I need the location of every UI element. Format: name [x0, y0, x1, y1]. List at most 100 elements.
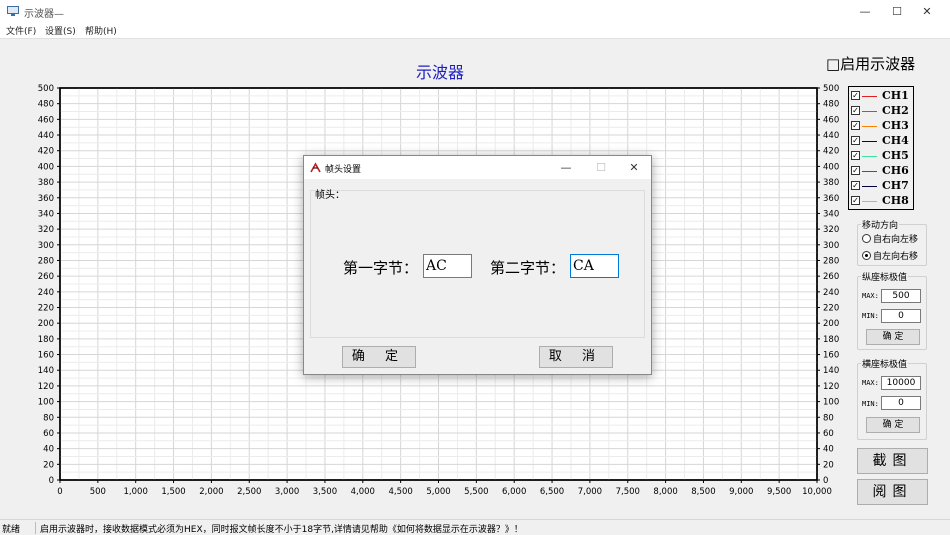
app-icon	[7, 6, 19, 16]
channel-row-ch8[interactable]: ✓ CH8	[851, 194, 913, 209]
y-max-input[interactable]: 500	[881, 289, 921, 303]
x-tick-label: 0	[57, 487, 62, 497]
channel-row-ch6[interactable]: ✓ CH6	[851, 164, 913, 179]
x-tick-label: 8,000	[653, 487, 677, 497]
close-button[interactable]: ✕	[904, 0, 950, 23]
y-range-confirm-button[interactable]: 确 定	[866, 329, 920, 345]
dialog-cancel-button[interactable]: 取 消	[539, 346, 613, 368]
second-byte-label: 第二字节：	[490, 259, 566, 277]
y-tick-label-left: 360	[38, 194, 54, 204]
channel-row-ch2[interactable]: ✓ CH2	[851, 104, 913, 119]
channel-checkbox-icon[interactable]: ✓	[851, 196, 860, 205]
channel-checkbox-icon[interactable]: ✓	[851, 181, 860, 190]
dialog-title-bar: 帧头设置 — ☐ ✕	[304, 156, 651, 179]
x-tick-label: 8,500	[691, 487, 715, 497]
x-range-title: 横座标极值	[861, 357, 909, 370]
frame-header-label: 帧头：	[315, 190, 345, 201]
channel-label: CH1	[882, 89, 909, 102]
y-tick-label-right: 360	[823, 194, 839, 204]
channel-checkbox-icon[interactable]: ✓	[851, 106, 860, 115]
radio-rtl-label: 自右向左移	[873, 235, 919, 245]
y-tick-label-left: 340	[38, 209, 54, 219]
y-min-input[interactable]: 0	[881, 309, 921, 323]
x-tick-label: 3,000	[275, 487, 299, 497]
enable-scope-checkbox[interactable]: □启用示波器	[826, 53, 915, 74]
channel-color-line	[862, 126, 877, 127]
x-range-confirm-button[interactable]: 确 定	[866, 417, 920, 433]
dialog-app-icon	[310, 162, 321, 173]
channel-color-line	[862, 186, 877, 187]
y-tick-label-left: 280	[38, 256, 54, 266]
y-tick-label-right: 60	[823, 429, 834, 439]
y-tick-label-left: 440	[38, 131, 54, 141]
window-title: 示波器—	[24, 9, 64, 20]
y-tick-label-right: 420	[823, 147, 839, 157]
first-byte-input[interactable]: AC	[423, 254, 472, 278]
radio-ltr-icon	[862, 251, 871, 260]
channel-label: CH8	[882, 194, 909, 207]
channel-row-ch1[interactable]: ✓ CH1	[851, 89, 913, 104]
y-tick-label-left: 320	[38, 225, 54, 235]
y-tick-label-left: 40	[43, 445, 54, 455]
channel-label: CH6	[882, 164, 909, 177]
y-tick-label-left: 80	[43, 413, 54, 423]
x-min-label: MIN:	[862, 400, 879, 408]
channel-checkbox-icon[interactable]: ✓	[851, 166, 860, 175]
y-tick-label-right: 280	[823, 256, 839, 266]
y-tick-label-right: 320	[823, 225, 839, 235]
y-min-label: MIN:	[862, 312, 879, 320]
x-tick-label: 10,000	[802, 487, 832, 497]
radio-right-to-left[interactable]: 自右向左移	[862, 232, 918, 245]
menu-bar: 文件(F) 设置(S) 帮助(H)	[0, 23, 950, 38]
status-bar: 就绪 启用示波器时，接收数据模式必须为HEX，同时报文帧长度不小于18字节,详情…	[0, 519, 950, 535]
y-tick-label-right: 160	[823, 351, 839, 361]
radio-left-to-right[interactable]: 自左向右移	[862, 249, 918, 262]
radio-ltr-label: 自左向右移	[873, 252, 919, 262]
channel-color-line	[862, 141, 877, 142]
channel-row-ch3[interactable]: ✓ CH3	[851, 119, 913, 134]
x-tick-label: 1,500	[161, 487, 185, 497]
channel-label: CH2	[882, 104, 909, 117]
y-tick-label-left: 420	[38, 147, 54, 157]
screenshot-button[interactable]: 截图	[857, 448, 928, 474]
y-tick-label-left: 480	[38, 100, 54, 110]
menu-settings[interactable]: 设置(S)	[45, 24, 76, 37]
y-max-label: MAX:	[862, 292, 879, 300]
dialog-close-button[interactable]: ✕	[617, 156, 651, 179]
y-range-title: 纵座标极值	[861, 270, 909, 283]
y-tick-label-right: 400	[823, 162, 839, 172]
y-tick-label-left: 180	[38, 335, 54, 345]
menu-help[interactable]: 帮助(H)	[85, 24, 117, 37]
x-tick-label: 2,000	[199, 487, 223, 497]
status-separator	[35, 522, 36, 534]
x-min-input[interactable]: 0	[881, 396, 921, 410]
x-tick-label: 9,500	[767, 487, 791, 497]
view-image-button[interactable]: 阅图	[857, 479, 928, 505]
y-tick-label-left: 200	[38, 319, 54, 329]
y-tick-label-right: 200	[823, 319, 839, 329]
channel-checkbox-icon[interactable]: ✓	[851, 121, 860, 130]
dialog-title: 帧头设置	[325, 165, 362, 175]
channel-row-ch4[interactable]: ✓ CH4	[851, 134, 913, 149]
channel-color-line	[862, 171, 877, 172]
channel-row-ch5[interactable]: ✓ CH5	[851, 149, 913, 164]
y-tick-label-left: 240	[38, 288, 54, 298]
menu-file[interactable]: 文件(F)	[6, 24, 36, 37]
frame-header-dialog: 帧头设置 — ☐ ✕ 帧头： 第一字节： AC 第二字节： CA 确 定 取 消	[303, 155, 652, 375]
channel-row-ch7[interactable]: ✓ CH7	[851, 179, 913, 194]
y-tick-label-left: 120	[38, 382, 54, 392]
channel-checkbox-icon[interactable]: ✓	[851, 151, 860, 160]
y-tick-label-left: 460	[38, 115, 54, 125]
second-byte-input[interactable]: CA	[570, 254, 619, 278]
direction-title: 移动方向	[861, 218, 900, 231]
channel-checkbox-icon[interactable]: ✓	[851, 136, 860, 145]
x-max-label: MAX:	[862, 379, 879, 387]
x-axis: 0 500 1,000 1,500 2,000 2,500 3,000 3,500 4,000 4…	[57, 480, 832, 497]
y-tick-label-right: 300	[823, 241, 839, 251]
dialog-ok-button[interactable]: 确 定	[342, 346, 416, 368]
y-tick-label-left: 100	[38, 398, 54, 408]
y-tick-label-right: 440	[823, 131, 839, 141]
x-max-input[interactable]: 10000	[881, 376, 921, 390]
dialog-minimize-button[interactable]: —	[549, 156, 583, 179]
channel-checkbox-icon[interactable]: ✓	[851, 91, 860, 100]
